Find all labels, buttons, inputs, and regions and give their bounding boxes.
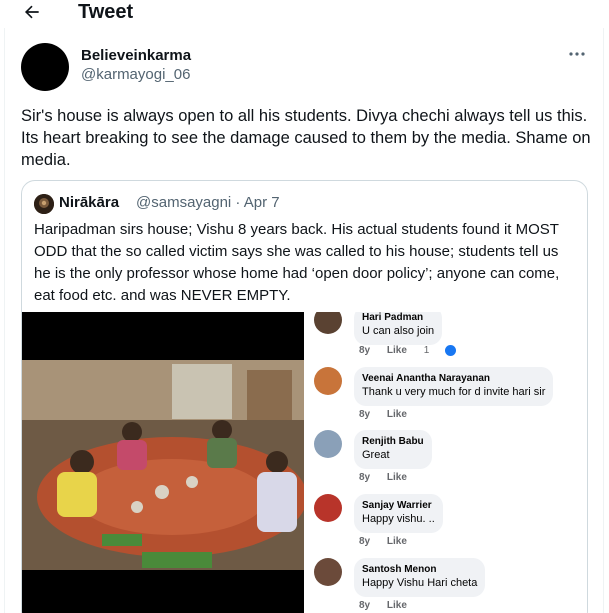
- group-photo-image: [22, 312, 304, 613]
- comment-bubble: Renjith Babu Great: [354, 430, 432, 469]
- quote-author-handle: @samsayagni · Apr 7: [136, 194, 280, 211]
- comment-time: 8y: [359, 345, 371, 357]
- comment-like-link: Like: [386, 536, 407, 547]
- reaction-count-value: 1: [423, 345, 430, 357]
- comment-meta: 8y Like 1: [359, 345, 470, 356]
- comment-meta: 8y Like: [359, 472, 421, 483]
- comment-bubble: Hari Padman U can also join: [354, 312, 443, 345]
- comment-meta: 8y Like: [359, 409, 421, 420]
- tweet-text: Sir's house is always open to all his st…: [21, 107, 591, 169]
- commenter-name: Veenai Anantha Narayanan: [362, 373, 491, 384]
- comment-bubble: Sanjay Warrier Happy vishu. ..: [354, 494, 443, 533]
- comment-text: U can also join: [362, 325, 435, 337]
- comment-text: Thank u very much for d invite hari sir: [362, 386, 546, 398]
- reaction-count: 1: [424, 345, 457, 356]
- comment-like-link: Like: [386, 345, 407, 357]
- comment-meta: 8y Like: [359, 600, 421, 611]
- like-reaction-icon: [445, 345, 457, 356]
- commenter-name: Hari Padman: [362, 312, 424, 323]
- quoted-tweet[interactable]: Nirākāra @samsayagni · Apr 7 Haripadman …: [21, 180, 588, 613]
- quote-avatar-image: [34, 194, 54, 214]
- comment-time: 8y: [359, 600, 371, 611]
- author-handle[interactable]: @karmayogi_06: [81, 66, 190, 83]
- comment-time: 8y: [359, 536, 371, 547]
- comment-meta: 8y Like: [359, 536, 421, 547]
- commenter-name: Renjith Babu: [362, 436, 424, 447]
- commenter-name: Santosh Menon: [362, 564, 437, 575]
- quote-author-name: Nirākāra: [59, 194, 120, 211]
- comment-text: Happy vishu. ..: [362, 513, 435, 525]
- column-border-right: [603, 28, 604, 613]
- more-horizontal-icon[interactable]: [566, 46, 588, 62]
- comment-like-link: Like: [386, 409, 407, 420]
- column-border-left: [4, 28, 5, 613]
- comment-time: 8y: [359, 409, 371, 420]
- quote-avatar: [34, 194, 54, 214]
- comment-time: 8y: [359, 472, 371, 483]
- avatar[interactable]: [21, 43, 69, 91]
- comment-text: Happy Vishu Hari cheta: [362, 577, 478, 589]
- commenter-avatar: [314, 558, 342, 586]
- comment-text: Great: [362, 449, 390, 461]
- comment-bubble: Veenai Anantha Narayanan Thank u very mu…: [354, 367, 554, 406]
- page-title: Tweet: [78, 1, 134, 23]
- commenter-avatar: [314, 430, 342, 458]
- comment-like-link: Like: [386, 472, 407, 483]
- commenter-name: Sanjay Warrier: [362, 500, 432, 511]
- arrow-left-icon[interactable]: [22, 2, 42, 22]
- comment-like-link: Like: [386, 600, 407, 611]
- quote-media[interactable]: Hari Padman U can also join 8y Like 1 Ve…: [22, 312, 587, 613]
- group-photo: [22, 312, 304, 613]
- commenter-avatar: [314, 494, 342, 522]
- author-name[interactable]: Believeinkarma: [81, 47, 191, 64]
- comment-bubble: Santosh Menon Happy Vishu Hari cheta: [354, 558, 486, 597]
- header-bar: Tweet: [0, 0, 609, 28]
- facebook-comments-screenshot: Hari Padman U can also join 8y Like 1 Ve…: [304, 312, 587, 613]
- commenter-avatar: [314, 367, 342, 395]
- quote-text: Haripadman sirs house; Vishu 8 years bac…: [34, 221, 560, 304]
- commenter-avatar: [314, 312, 342, 334]
